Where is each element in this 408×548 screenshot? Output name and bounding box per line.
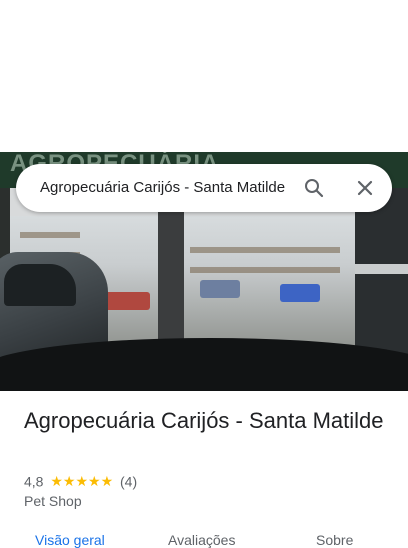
tab-overview[interactable]: Visão geral — [35, 532, 105, 548]
right-wall-stripe — [355, 264, 408, 274]
shelf — [190, 267, 340, 273]
place-title: Agropecuária Carijós - Santa Matilde — [24, 408, 384, 433]
blank-header-area — [0, 0, 408, 152]
shelf — [20, 232, 80, 238]
rating-value: 4,8 — [24, 473, 44, 490]
car-dashboard — [0, 338, 408, 391]
star-rating: ★★★★★ — [50, 472, 114, 489]
search-icon[interactable] — [302, 176, 326, 200]
review-count[interactable]: (4) — [120, 473, 137, 489]
store-goods — [280, 284, 320, 302]
place-category[interactable]: Pet Shop — [24, 493, 82, 509]
search-input[interactable]: Agropecuária Carijós - Santa Matilde — [40, 178, 290, 198]
store-goods — [200, 280, 240, 298]
close-icon[interactable] — [353, 176, 377, 200]
rating-row[interactable]: 4,8 ★★★★★ (4) — [24, 472, 137, 490]
tab-about[interactable]: Sobre — [316, 532, 353, 548]
shelf — [190, 247, 340, 253]
search-bar[interactable]: Agropecuária Carijós - Santa Matilde — [16, 164, 392, 212]
car-window — [4, 264, 76, 306]
tab-reviews[interactable]: Avaliações — [168, 532, 235, 548]
